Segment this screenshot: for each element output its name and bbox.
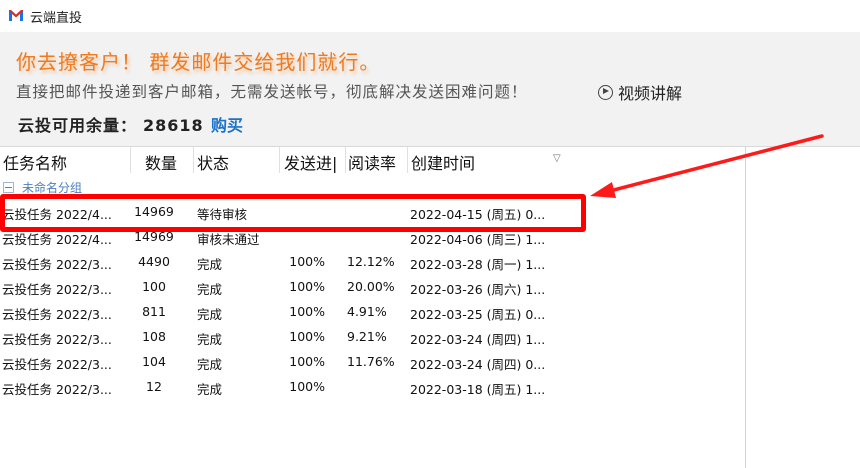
banner-subline: 直接把邮件投递到客户邮箱，无需发送帐号，彻底解决发送困难问题！: [16, 83, 528, 101]
task-name: 云投任务 2022/3...: [2, 307, 112, 322]
task-status: 完成: [197, 382, 223, 397]
task-created: 2022-03-26 (周六) 1...: [410, 282, 546, 297]
buy-link[interactable]: 购买: [211, 112, 243, 136]
task-count: 108: [142, 329, 166, 344]
task-created: 2022-03-28 (周一) 1...: [410, 257, 546, 272]
table-row[interactable]: 云投任务 2022/3... 108 完成 100% 9.21% 2022-03…: [0, 324, 745, 349]
task-read-rate: 9.21%: [347, 329, 387, 344]
balance-value: 28618: [143, 116, 204, 135]
play-icon: [598, 84, 613, 100]
task-read-rate: 12.12%: [347, 254, 395, 269]
column-header-status[interactable]: 状态: [197, 150, 272, 174]
table-row[interactable]: 云投任务 2022/3... 12 完成 100% 2022-03-18 (周五…: [0, 374, 745, 399]
balance-info: 云投可用余量： 28618: [18, 112, 204, 136]
task-name: 云投任务 2022/3...: [2, 282, 112, 297]
title-bar: 云端直投: [0, 0, 860, 33]
task-status: 完成: [197, 357, 223, 372]
task-progress: 100%: [289, 329, 325, 344]
task-status: 完成: [197, 307, 223, 322]
task-created: 2022-03-18 (周五) 1...: [410, 382, 546, 397]
column-header-read-rate[interactable]: 阅读率: [348, 150, 406, 174]
task-read-rate: 20.00%: [347, 279, 395, 294]
task-name: 云投任务 2022/3...: [2, 332, 112, 347]
promo-banner: 你去撩客户！ 群发邮件交给我们就行。 直接把邮件投递到客户邮箱，无需发送帐号，彻…: [0, 32, 860, 147]
task-progress: 100%: [289, 304, 325, 319]
task-created: 2022-03-24 (周四) 0...: [410, 357, 546, 372]
task-count: 4490: [138, 254, 170, 269]
task-created: 2022-03-24 (周四) 1...: [410, 332, 546, 347]
task-read-rate: 4.91%: [347, 304, 387, 319]
task-status: 完成: [197, 332, 223, 347]
task-status: 完成: [197, 257, 223, 272]
annotation-highlight-box: [0, 194, 586, 232]
column-header-count[interactable]: 数量: [145, 150, 190, 174]
banner-headline: 你去撩客户！ 群发邮件交给我们就行。: [16, 50, 381, 74]
mail-logo-icon: [8, 8, 24, 22]
task-count: 12: [146, 379, 162, 394]
table-header: 任务名称 数量 状态 发送进| 阅读率 创建时间 ▽: [0, 147, 745, 173]
task-progress: 100%: [289, 354, 325, 369]
table-row[interactable]: 云投任务 2022/3... 104 完成 100% 11.76% 2022-0…: [0, 349, 745, 374]
column-header-created[interactable]: 创建时间: [411, 150, 541, 174]
task-count: 811: [142, 304, 166, 319]
task-name: 云投任务 2022/3...: [2, 357, 112, 372]
video-tutorial-link[interactable]: 视频讲解: [598, 80, 682, 104]
task-read-rate: 11.76%: [347, 354, 395, 369]
table-row[interactable]: 云投任务 2022/3... 100 完成 100% 20.00% 2022-0…: [0, 274, 745, 299]
sort-down-icon[interactable]: ▽: [553, 153, 561, 164]
table-row[interactable]: 云投任务 2022/3... 811 完成 100% 4.91% 2022-03…: [0, 299, 745, 324]
task-created: 2022-03-25 (周五) 0...: [410, 307, 546, 322]
balance-label: 云投可用余量：: [18, 116, 138, 135]
task-name: 云投任务 2022/3...: [2, 382, 112, 397]
collapse-icon[interactable]: [3, 182, 14, 193]
group-label: 未命名分组: [22, 181, 83, 195]
task-count: 104: [142, 354, 166, 369]
video-tutorial-label: 视频讲解: [618, 84, 683, 103]
app-title: 云端直投: [30, 11, 83, 26]
table-row[interactable]: 云投任务 2022/3... 4490 完成 100% 12.12% 2022-…: [0, 249, 745, 274]
task-count: 100: [142, 279, 166, 294]
task-status: 完成: [197, 282, 223, 297]
task-progress: 100%: [289, 279, 325, 294]
task-name: 云投任务 2022/3...: [2, 257, 112, 272]
column-header-progress[interactable]: 发送进|: [284, 150, 346, 174]
column-header-name[interactable]: 任务名称: [3, 150, 128, 174]
task-progress: 100%: [289, 379, 325, 394]
task-progress: 100%: [289, 254, 325, 269]
